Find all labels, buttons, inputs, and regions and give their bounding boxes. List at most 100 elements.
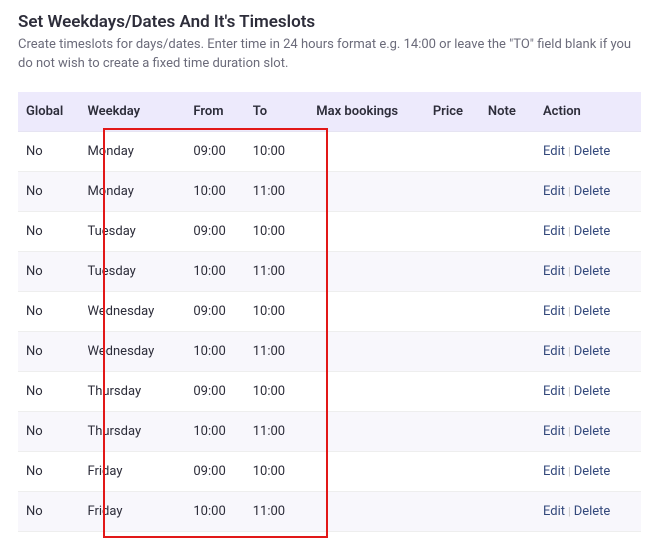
cell-from: 09:00 bbox=[185, 371, 244, 411]
cell-note bbox=[480, 411, 535, 451]
cell-from: 09:00 bbox=[185, 211, 244, 251]
action-separator: | bbox=[565, 185, 574, 198]
delete-link[interactable]: Delete bbox=[574, 184, 611, 199]
cell-note bbox=[480, 371, 535, 411]
edit-link[interactable]: Edit bbox=[543, 304, 565, 319]
cell-weekday: Wednesday bbox=[79, 291, 185, 331]
edit-link[interactable]: Edit bbox=[543, 424, 565, 439]
edit-link[interactable]: Edit bbox=[543, 144, 565, 159]
cell-global: No bbox=[18, 171, 79, 211]
table-row: NoWednesday09:0010:00 Edit|Delete bbox=[18, 291, 641, 331]
cell-global: No bbox=[18, 251, 79, 291]
col-header-note: Note bbox=[480, 92, 535, 132]
cell-action: Edit|Delete bbox=[535, 371, 641, 411]
col-header-to: To bbox=[245, 92, 309, 132]
cell-weekday: Thursday bbox=[79, 411, 185, 451]
delete-link[interactable]: Delete bbox=[574, 384, 611, 399]
edit-link[interactable]: Edit bbox=[543, 384, 565, 399]
cell-from: 10:00 bbox=[185, 411, 244, 451]
action-separator: | bbox=[565, 225, 574, 238]
cell-global: No bbox=[18, 411, 79, 451]
cell-action: Edit|Delete bbox=[535, 331, 641, 371]
cell-to: 10:00 bbox=[245, 371, 309, 411]
delete-link[interactable]: Delete bbox=[574, 424, 611, 439]
col-header-weekday: Weekday bbox=[79, 92, 185, 132]
cell-from: 09:00 bbox=[185, 291, 244, 331]
cell-weekday: Friday bbox=[79, 491, 185, 531]
action-separator: | bbox=[565, 345, 574, 358]
table-row: NoThursday10:0011:00Edit|Delete bbox=[18, 411, 641, 451]
delete-link[interactable]: Delete bbox=[574, 344, 611, 359]
cell-note bbox=[480, 291, 535, 331]
cell-from: 09:00 bbox=[185, 131, 244, 171]
table-row: NoTuesday10:0011:00Edit|Delete bbox=[18, 251, 641, 291]
cell-action: Edit|Delete bbox=[535, 131, 641, 171]
edit-link[interactable]: Edit bbox=[543, 504, 565, 519]
action-separator: | bbox=[565, 505, 574, 518]
delete-link[interactable]: Delete bbox=[574, 504, 611, 519]
cell-price bbox=[425, 371, 480, 411]
edit-link[interactable]: Edit bbox=[543, 264, 565, 279]
edit-link[interactable]: Edit bbox=[543, 344, 565, 359]
cell-to: 10:00 bbox=[245, 131, 309, 171]
col-header-price: Price bbox=[425, 92, 480, 132]
cell-max bbox=[308, 171, 425, 211]
cell-note bbox=[480, 331, 535, 371]
action-separator: | bbox=[565, 305, 574, 318]
cell-global: No bbox=[18, 291, 79, 331]
delete-link[interactable]: Delete bbox=[574, 144, 611, 159]
cell-note bbox=[480, 251, 535, 291]
delete-link[interactable]: Delete bbox=[574, 464, 611, 479]
cell-max bbox=[308, 331, 425, 371]
cell-note bbox=[480, 131, 535, 171]
cell-max bbox=[308, 411, 425, 451]
action-separator: | bbox=[565, 145, 574, 158]
cell-weekday: Tuesday bbox=[79, 251, 185, 291]
cell-price bbox=[425, 131, 480, 171]
cell-note bbox=[480, 451, 535, 491]
delete-link[interactable]: Delete bbox=[574, 224, 611, 239]
cell-max bbox=[308, 251, 425, 291]
cell-global: No bbox=[18, 331, 79, 371]
col-header-from: From bbox=[185, 92, 244, 132]
cell-global: No bbox=[18, 131, 79, 171]
edit-link[interactable]: Edit bbox=[543, 184, 565, 199]
table-row: NoTuesday09:0010:00Edit|Delete bbox=[18, 211, 641, 251]
cell-max bbox=[308, 491, 425, 531]
action-separator: | bbox=[565, 465, 574, 478]
cell-max bbox=[308, 451, 425, 491]
table-row: NoThursday09:0010:00Edit|Delete bbox=[18, 371, 641, 411]
cell-global: No bbox=[18, 451, 79, 491]
col-header-global: Global bbox=[18, 92, 79, 132]
table-row: NoFriday09:0010:00Edit|Delete bbox=[18, 451, 641, 491]
cell-note bbox=[480, 171, 535, 211]
cell-global: No bbox=[18, 491, 79, 531]
cell-weekday: Tuesday bbox=[79, 211, 185, 251]
cell-from: 09:00 bbox=[185, 451, 244, 491]
edit-link[interactable]: Edit bbox=[543, 224, 565, 239]
cell-note bbox=[480, 211, 535, 251]
edit-link[interactable]: Edit bbox=[543, 464, 565, 479]
delete-link[interactable]: Delete bbox=[574, 264, 611, 279]
cell-to: 11:00 bbox=[245, 491, 309, 531]
cell-to: 11:00 bbox=[245, 171, 309, 211]
delete-link[interactable]: Delete bbox=[574, 304, 611, 319]
col-header-max: Max bookings bbox=[308, 92, 425, 132]
table-row: NoWednesday10:0011:00Edit|Delete bbox=[18, 331, 641, 371]
cell-from: 10:00 bbox=[185, 171, 244, 211]
cell-to: 10:00 bbox=[245, 291, 309, 331]
cell-price bbox=[425, 451, 480, 491]
cell-action: Edit|Delete bbox=[535, 211, 641, 251]
cell-price bbox=[425, 211, 480, 251]
action-separator: | bbox=[565, 385, 574, 398]
cell-action: Edit|Delete bbox=[535, 411, 641, 451]
cell-max bbox=[308, 371, 425, 411]
cell-global: No bbox=[18, 211, 79, 251]
action-separator: | bbox=[565, 265, 574, 278]
cell-max bbox=[308, 211, 425, 251]
cell-to: 10:00 bbox=[245, 451, 309, 491]
table-row: NoMonday09:0010:00Edit|Delete bbox=[18, 131, 641, 171]
table-row: NoMonday10:0011:00Edit|Delete bbox=[18, 171, 641, 211]
table-row: NoFriday10:0011:00Edit|Delete bbox=[18, 491, 641, 531]
cell-action: Edit|Delete bbox=[535, 171, 641, 211]
